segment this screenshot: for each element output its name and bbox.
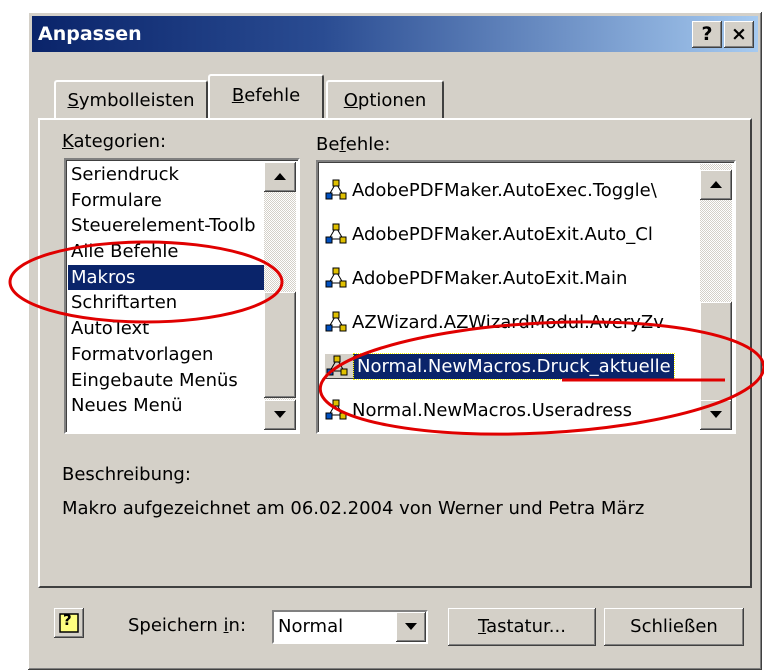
dropdown-button[interactable]	[396, 612, 426, 642]
command-item-label: Normal.NewMacros.Useradress	[352, 399, 633, 421]
macro-icon-wrap	[324, 398, 352, 422]
macro-icon	[325, 223, 347, 244]
command-item[interactable]: AZWizard.AZWizardModul.AveryZv	[320, 300, 698, 344]
category-item[interactable]: Neues Menü	[68, 393, 264, 419]
macro-icon	[325, 267, 347, 288]
command-item[interactable]: AdobePDFMaker.AutoExec.Toggle\	[320, 168, 698, 212]
save-in-label: Speichern in:	[128, 615, 246, 636]
scroll-up-button[interactable]	[264, 162, 296, 192]
scroll-thumb[interactable]	[700, 302, 732, 406]
category-item[interactable]: Makros	[68, 264, 264, 291]
label-hotkey: K	[62, 131, 74, 152]
description-label: Beschreibung:	[62, 464, 191, 485]
command-item[interactable]: AdobePDFMaker.AutoExit.Auto_Cl	[320, 212, 698, 256]
scroll-down-button[interactable]	[700, 400, 732, 430]
label-text-pre: Speichern	[128, 615, 224, 636]
label-text-pre: Be	[316, 134, 340, 155]
label-text: ategorien:	[73, 131, 167, 152]
categories-listbox[interactable]: Seriendruck Formulare Steuerelement-Toolb A…	[64, 158, 300, 434]
macro-icon-wrap	[324, 222, 352, 246]
category-item[interactable]: Schriftarten	[68, 290, 264, 316]
help-question-button[interactable]: ?	[54, 608, 84, 638]
command-item-label: AdobePDFMaker.AutoExit.Auto_Cl	[352, 223, 653, 245]
category-item[interactable]: Steuerelement-Toolb	[68, 213, 264, 239]
macro-icon-wrap	[324, 353, 354, 379]
category-item[interactable]: Seriendruck	[68, 162, 264, 188]
save-in-value: Normal	[278, 616, 344, 637]
save-in-combobox[interactable]: Normal	[272, 610, 428, 644]
macro-icon	[325, 179, 347, 200]
tab-label: ptionen	[357, 90, 427, 111]
scroll-up-button[interactable]	[700, 170, 732, 200]
dialog-title: Anpassen	[38, 23, 142, 45]
commands-list: AdobePDFMaker.AutoExec.Toggle\ AdobePDFM…	[320, 168, 698, 432]
command-item-label: Normal.NewMacros.Druck_aktuelle	[353, 352, 675, 380]
label-text: n:	[228, 615, 247, 636]
category-item[interactable]: Eingebaute Menüs	[68, 368, 264, 394]
commands-listbox[interactable]: AdobePDFMaker.AutoExec.Toggle\ AdobePDFM…	[316, 160, 736, 434]
tab-panel-befehle: Kategorien: Seriendruck Formulare Steuerel…	[38, 118, 752, 588]
keyboard-button[interactable]: Tastatur...	[448, 608, 596, 646]
commands-scrollbar[interactable]	[700, 164, 732, 430]
macro-icon-wrap	[324, 178, 352, 202]
scroll-thumb[interactable]	[264, 292, 296, 398]
arrow-up-icon	[710, 181, 722, 188]
description-text: Makro aufgezeichnet am 06.02.2004 von We…	[62, 498, 645, 519]
category-item[interactable]: AutoText	[68, 316, 264, 342]
arrow-down-icon	[274, 411, 286, 418]
macro-icon	[325, 311, 347, 332]
command-item[interactable]: AdobePDFMaker.AutoExit.Main	[320, 256, 698, 300]
chevron-down-icon	[405, 623, 417, 630]
command-item-label: AZWizard.AZWizardModul.AveryZv	[352, 311, 664, 333]
commands-label: Befehle:	[316, 134, 390, 155]
close-button[interactable]: Schließen	[604, 608, 744, 646]
tab-symbolleisten[interactable]: Symbolleisten	[54, 80, 208, 118]
tab-label: efehle	[244, 85, 301, 106]
command-item-label: AdobePDFMaker.AutoExit.Main	[352, 267, 628, 289]
command-item-label: AdobePDFMaker.AutoExec.Toggle\	[352, 179, 657, 201]
arrow-up-icon	[274, 173, 286, 180]
macro-icon	[326, 355, 348, 376]
macro-icon-wrap	[324, 310, 352, 334]
category-item[interactable]: Formulare	[68, 188, 264, 214]
scroll-down-button[interactable]	[264, 400, 296, 430]
categories-list: Seriendruck Formulare Steuerelement-Toolb A…	[68, 162, 264, 419]
categories-label: Kategorien:	[62, 131, 166, 152]
tab-befehle[interactable]: Befehle	[208, 74, 324, 118]
close-icon[interactable]: ×	[724, 21, 754, 48]
categories-scrollbar[interactable]	[264, 162, 296, 430]
customize-dialog: Anpassen ? × Symbolleisten Befehle Optio…	[28, 12, 762, 670]
command-item[interactable]: Normal.NewMacros.Useradress	[320, 388, 698, 432]
arrow-down-icon	[710, 411, 722, 418]
category-item[interactable]: Alle Befehle	[68, 239, 264, 265]
macro-icon-wrap	[324, 266, 352, 290]
tab-hotkey: B	[231, 85, 245, 106]
label-text: ehle:	[345, 134, 391, 155]
button-hotkey: T	[478, 616, 487, 637]
macro-icon	[325, 399, 347, 420]
tab-optionen[interactable]: Optionen	[326, 80, 444, 118]
button-label: astatur...	[486, 616, 566, 637]
title-bar[interactable]: Anpassen ? ×	[32, 16, 758, 52]
command-item[interactable]: Normal.NewMacros.Druck_aktuelle	[320, 344, 698, 388]
category-item[interactable]: Formatvorlagen	[68, 342, 264, 368]
help-icon-glyph: ?	[63, 611, 72, 629]
help-button[interactable]: ?	[692, 21, 722, 48]
tab-hotkey: O	[343, 90, 358, 111]
tab-hotkey: S	[67, 90, 79, 111]
tab-label: ymbolleisten	[78, 90, 195, 111]
